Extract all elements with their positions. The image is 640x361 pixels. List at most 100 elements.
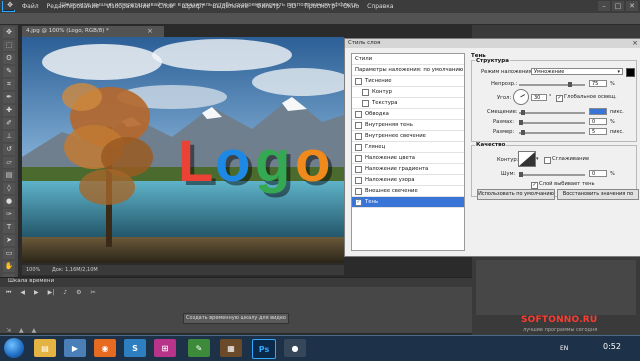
slider-thumb[interactable] [519, 172, 523, 177]
dodge-tool-icon[interactable]: ● [3, 196, 15, 207]
spread-slider[interactable] [519, 120, 585, 125]
shadow-color-swatch[interactable] [626, 68, 635, 77]
style-satin[interactable]: Глянец [352, 142, 464, 153]
style-outer-glow[interactable]: Внешнее свечение [352, 186, 464, 197]
style-stroke[interactable]: Обводка [352, 109, 464, 120]
antialias-checkbox[interactable] [544, 157, 551, 164]
opacity-input[interactable]: 75 [589, 80, 607, 87]
slider-thumb[interactable] [519, 120, 523, 125]
total-commander-icon[interactable]: ⊞ [154, 339, 176, 357]
minimize-button[interactable]: – [598, 1, 610, 11]
type-tool-icon[interactable]: T [3, 222, 15, 233]
checkbox[interactable] [355, 110, 362, 118]
path-select-tool-icon[interactable]: ➤ [3, 235, 15, 246]
knockout-checkbox[interactable]: ✓ [531, 182, 538, 189]
blur-tool-icon[interactable]: ◊ [3, 183, 15, 194]
spread-input[interactable]: 0 [589, 118, 607, 125]
checkbox[interactable] [355, 121, 362, 129]
quick-select-tool-icon[interactable]: ✎ [3, 66, 15, 77]
menu-file[interactable]: Файл [18, 3, 43, 10]
gradient-tool-icon[interactable]: ▤ [3, 170, 15, 181]
style-drop-shadow[interactable]: ✓ Тень [352, 197, 464, 208]
menu-help[interactable]: Справка [363, 3, 397, 10]
style-pattern-overlay[interactable]: Наложение узора [352, 175, 464, 186]
render-icon[interactable]: ⇲ [6, 327, 11, 334]
shape-tool-icon[interactable]: ▭ [3, 248, 15, 259]
size-input[interactable]: 5 [589, 128, 607, 135]
move-tool-icon[interactable]: ✥ [3, 27, 15, 38]
checkbox[interactable]: ✓ [355, 198, 362, 206]
opacity-slider[interactable] [519, 82, 585, 87]
document-tab[interactable]: 4.jpg @ 100% (Logo, RGB/8) * [22, 26, 164, 37]
checkbox[interactable] [355, 132, 362, 140]
play-icon[interactable]: ▶ [34, 289, 39, 297]
timeline-tab[interactable]: Шкала времени [8, 278, 54, 284]
use-default-button[interactable]: Использовать по умолчанию [477, 189, 555, 200]
screen-recorder-icon[interactable]: ● [284, 339, 306, 357]
blend-mode-select[interactable]: Умножение ▾ [531, 68, 623, 75]
move-tool-icon[interactable]: ✥ [3, 1, 17, 10]
style-contour[interactable]: Контур [352, 87, 464, 98]
pen-tool-icon[interactable]: ✑ [3, 209, 15, 220]
blending-options[interactable]: Параметры наложения: по умолчанию [352, 65, 464, 76]
media-player-icon[interactable]: ▶ [64, 339, 86, 357]
lasso-tool-icon[interactable]: ʘ [3, 53, 15, 64]
crop-tool-icon[interactable]: ⌗ [3, 79, 15, 90]
start-button-icon[interactable] [4, 338, 24, 358]
angle-input[interactable]: 30 [531, 94, 547, 101]
zoom-in-icon[interactable]: ▲ [32, 327, 37, 334]
stamp-tool-icon[interactable]: ⊥ [3, 131, 15, 142]
style-bevel-emboss[interactable]: Тиснение [352, 76, 464, 87]
firefox-icon[interactable]: ◉ [94, 339, 116, 357]
checkbox[interactable] [362, 88, 369, 96]
styles-header[interactable]: Стили [352, 54, 464, 65]
prev-frame-icon[interactable]: ◀ [20, 289, 25, 297]
distance-slider[interactable] [519, 110, 585, 115]
eyedropper-tool-icon[interactable]: ✒ [3, 92, 15, 103]
split-icon[interactable]: ✂ [91, 289, 96, 297]
reset-default-button[interactable]: Восстановить значения по [557, 189, 639, 200]
explorer-icon[interactable]: ▤ [34, 339, 56, 357]
noise-slider[interactable] [519, 172, 585, 177]
checkbox[interactable] [355, 165, 362, 173]
next-frame-icon[interactable]: ▶| [48, 289, 55, 297]
dialog-close-icon[interactable]: × [632, 39, 638, 48]
archiver-icon[interactable]: ▦ [220, 339, 242, 357]
checkbox[interactable] [355, 176, 362, 184]
go-first-frame-icon[interactable]: ⏮ [6, 289, 11, 297]
checkbox[interactable] [355, 187, 362, 195]
settings-icon[interactable]: ⚙ [76, 289, 81, 297]
distance-input[interactable] [589, 108, 607, 115]
language-indicator[interactable]: EN [560, 345, 568, 352]
maximize-button[interactable]: □ [612, 1, 624, 11]
checkbox[interactable] [355, 154, 362, 162]
brush-tool-icon[interactable]: ✐ [3, 118, 15, 129]
slider-thumb[interactable] [521, 130, 525, 135]
eraser-tool-icon[interactable]: ▱ [3, 157, 15, 168]
notepad-icon[interactable]: ✎ [188, 339, 210, 357]
contour-picker[interactable] [518, 151, 536, 167]
angle-dial[interactable] [513, 89, 529, 105]
photoshop-task-icon[interactable]: Ps [252, 339, 276, 359]
taskbar-clock[interactable]: 0:52 [603, 342, 621, 351]
style-inner-glow[interactable]: Внутреннее свечение [352, 131, 464, 142]
zoom-out-icon[interactable]: ▲ [19, 327, 24, 334]
slider-thumb[interactable] [521, 110, 525, 115]
style-gradient-overlay[interactable]: Наложение градиента [352, 164, 464, 175]
global-light-checkbox[interactable]: ✓ [556, 95, 563, 102]
checkbox[interactable] [355, 77, 362, 85]
healing-tool-icon[interactable]: ✚ [3, 105, 15, 116]
checkbox[interactable] [362, 99, 369, 107]
skype-icon[interactable]: S [124, 339, 146, 357]
noise-input[interactable]: 0 [589, 170, 607, 177]
history-brush-tool-icon[interactable]: ↺ [3, 144, 15, 155]
document-close-icon[interactable]: × [147, 26, 157, 37]
style-inner-shadow[interactable]: Внутренняя тень [352, 120, 464, 131]
style-color-overlay[interactable]: Наложение цвета [352, 153, 464, 164]
style-texture[interactable]: Текстура [352, 98, 464, 109]
close-button[interactable]: ✕ [626, 1, 638, 11]
create-video-timeline-button[interactable]: Создать временную шкалу для видео [183, 313, 289, 324]
marquee-tool-icon[interactable]: ⬚ [3, 40, 15, 51]
audio-icon[interactable]: ♪ [63, 289, 67, 297]
chevron-down-icon[interactable]: ▾ [536, 156, 539, 162]
